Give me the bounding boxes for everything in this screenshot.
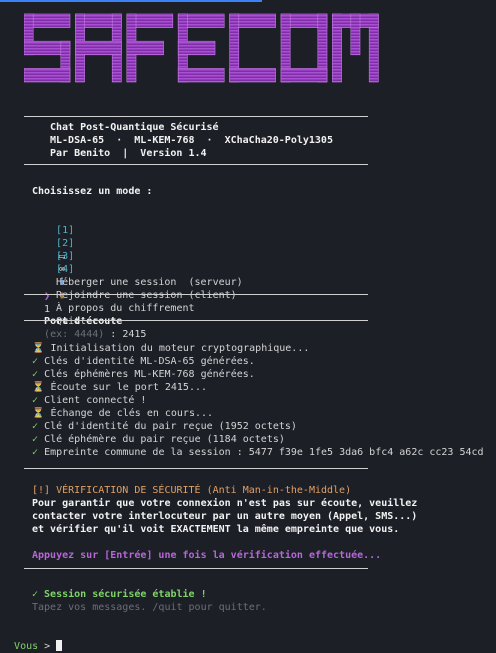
log-text: Clés éphémères ML-KEM-768 générées.: [44, 369, 255, 380]
divider: [24, 568, 368, 569]
divider: [24, 164, 368, 165]
log-line: ✓ Client connecté !: [32, 394, 146, 407]
session-hint: Tapez vos messages. /quit pour quitter.: [32, 602, 267, 613]
divider: [24, 320, 368, 321]
check-icon: ✓: [32, 369, 39, 380]
check-icon: ✓: [32, 421, 39, 432]
check-icon: ✓: [32, 447, 39, 458]
logo-letter-stroke: [229, 68, 276, 83]
log-text: Clé d'identité du pair reçue (1952 octet…: [44, 421, 297, 432]
log-text: Clé éphémère du pair reçue (1184 octets): [44, 434, 285, 445]
window-top-accent: [0, 0, 262, 2]
text-cursor: [56, 640, 63, 651]
log-text: Échange de clés en cours...: [50, 408, 214, 419]
log-line: ⏳ Initialisation du moteur cryptographiq…: [32, 342, 309, 355]
log-text: Écoute sur le port 2415...: [50, 382, 208, 393]
security-warning-line: Pour garantir que votre connexion n'est …: [32, 498, 418, 509]
menu-key: [4]: [56, 264, 75, 275]
security-warning-line: et vérifier qu'il voit EXACTEMENT la mêm…: [32, 524, 400, 535]
security-warning-title: [!] VÉRIFICATION DE SÉCURITÉ (Anti Man-i…: [32, 485, 352, 496]
port-hint: (ex: 4444): [44, 329, 105, 340]
divider: [24, 116, 368, 117]
log-line: ✓ Clés éphémères ML-KEM-768 générées.: [32, 368, 255, 381]
logo-letter-stroke: [177, 68, 225, 83]
algorithm-list: ML-DSA-65 · ML-KEM-768 · XChaCha20-Poly1…: [50, 135, 333, 146]
check-icon: ✓: [32, 395, 39, 406]
port-separator: :: [104, 329, 123, 340]
menu-prompt: Choisissez un mode :: [32, 186, 153, 197]
log-text: Client connecté !: [44, 395, 147, 406]
port-field[interactable]: Port d'écoute (ex: 4444) : 2415: [32, 302, 146, 341]
log-line: ✓ Clé d'identité du pair reçue (1952 oct…: [32, 420, 297, 433]
log-line: ✓ Clé éphémère du pair reçue (1184 octet…: [32, 433, 285, 446]
input-prefix: Vous: [14, 641, 39, 652]
log-text: Initialisation du moteur cryptographique…: [50, 343, 310, 354]
message-input[interactable]: Vous >: [2, 627, 63, 653]
logo-letter-stroke: [350, 13, 361, 56]
log-line: ⏳ Échange de clés en cours...: [32, 407, 213, 420]
log-text: Clés d'identité ML-DSA-65 générées.: [44, 356, 255, 367]
security-warning-line: contacter votre interlocuteur par un aut…: [32, 511, 418, 522]
hourglass-icon: ⏳: [32, 382, 45, 393]
divider: [24, 294, 368, 295]
check-icon: ✓: [32, 356, 39, 367]
check-icon: ✓: [32, 434, 39, 445]
app-subtitle: Chat Post-Quantique Sécurisé: [50, 122, 219, 133]
safecom-logo: [24, 13, 379, 83]
confirm-prompt: Appuyez sur [Entrée] une fois la vérific…: [32, 550, 382, 561]
divider: [24, 468, 368, 469]
logo-letter-stroke: [126, 40, 164, 56]
logo-letters: [24, 13, 379, 83]
log-text: Empreinte commune de la session : 5477 f…: [44, 447, 484, 458]
log-line: ✓ Clés d'identité ML-DSA-65 générées.: [32, 355, 255, 368]
port-label: Port d'écoute: [44, 316, 123, 327]
port-value: 2415: [122, 329, 147, 340]
session-status: ✓ Session sécurisée établie !: [32, 589, 207, 600]
log-line: ✓ Empreinte commune de la session : 5477…: [32, 446, 484, 459]
logo-letter-stroke: [24, 68, 71, 83]
log-line: ⏳ Écoute sur le port 2415...: [32, 381, 207, 394]
logo-letter-stroke: [280, 68, 328, 83]
logo-letter-stroke: [75, 40, 122, 56]
logo-letter-stroke: [177, 40, 216, 56]
door-icon: ▮: [59, 290, 66, 301]
hourglass-icon: ⏳: [32, 343, 45, 354]
hourglass-icon: ⏳: [32, 408, 45, 419]
author-version: Par Benito | Version 1.4: [50, 148, 207, 159]
chevron-right-icon: ❯: [44, 291, 51, 302]
input-separator: >: [38, 641, 57, 652]
